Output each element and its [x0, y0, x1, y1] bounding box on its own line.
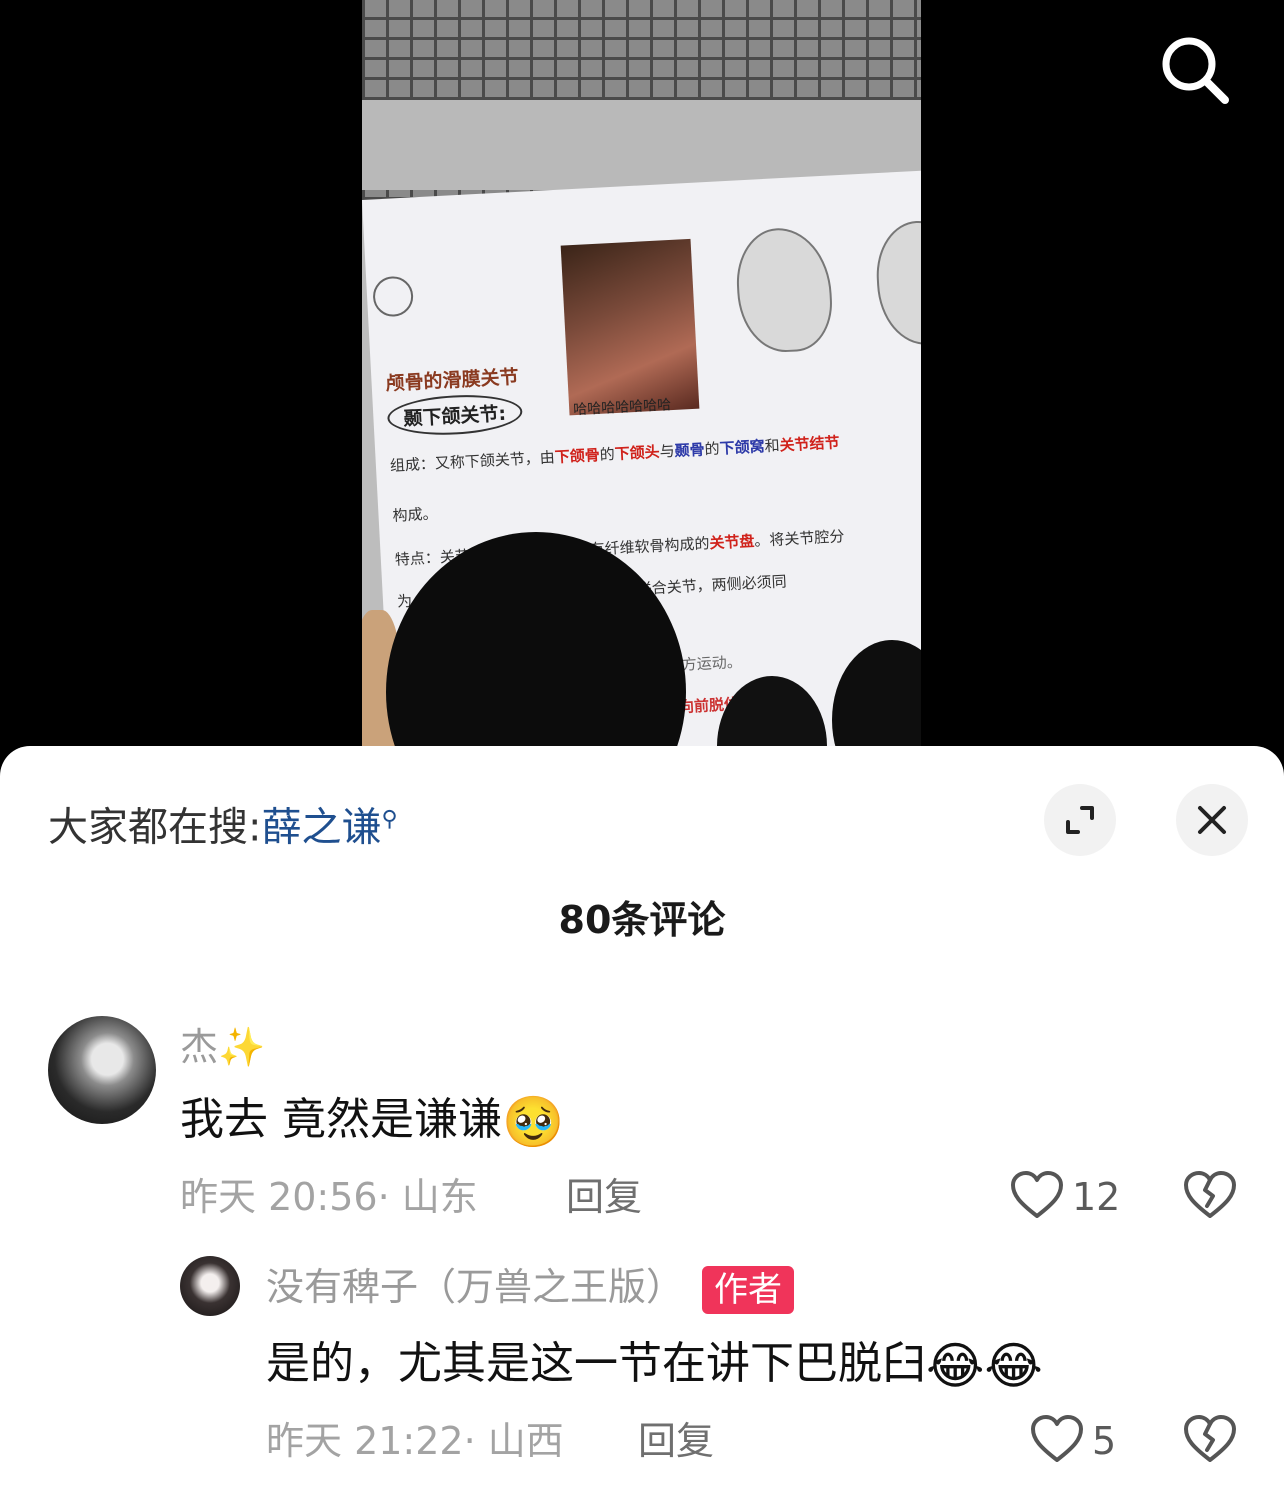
- comment-meta: 昨天 20:56· 山东: [180, 1175, 478, 1219]
- comment-username[interactable]: 杰✨: [180, 1022, 265, 1072]
- video-frame: 哈哈哈哈哈哈哈 颅骨的滑膜关节 颞下颌关节: 组成：又称下颌关节，由下颌骨的下颌…: [362, 0, 921, 770]
- like-button[interactable]: [1030, 1414, 1084, 1468]
- close-icon: [1198, 806, 1226, 834]
- planet-icon: [372, 275, 415, 318]
- avatar[interactable]: [180, 1256, 240, 1316]
- slide-title: 颅骨的滑膜关节: [385, 366, 520, 395]
- comment-count-title: 80条评论: [558, 898, 726, 942]
- heart-icon: [1031, 1415, 1083, 1462]
- small-search-icon: ⚲: [381, 807, 398, 832]
- trending-search-hint: 大家都在搜:薛之谦⚲: [48, 790, 398, 857]
- slide-circled-heading: 颞下颌关节:: [386, 391, 523, 438]
- slide-line-composition: 组成：又称下颌关节，由下颌骨的下颌头与颞骨的下颌窝和关节结节: [389, 433, 840, 475]
- slide-photo: [560, 238, 700, 416]
- reply-meta: 昨天 21:22· 山西: [266, 1419, 564, 1463]
- skull-illustration-1: [734, 225, 835, 355]
- reply-button[interactable]: 回复: [638, 1416, 714, 1466]
- reply-username[interactable]: 没有稗子（万兽之王版） 作者: [266, 1262, 795, 1314]
- trending-search-label: 大家都在搜:: [48, 804, 262, 851]
- dislike-button[interactable]: [1183, 1170, 1237, 1224]
- video-player[interactable]: 哈哈哈哈哈哈哈 颅骨的滑膜关节 颞下颌关节: 组成：又称下颌关节，由下颌骨的下颌…: [0, 0, 1284, 770]
- like-count: 12: [1072, 1175, 1121, 1219]
- comment-text: 我去 竟然是谦谦🥹: [180, 1093, 565, 1151]
- expand-button[interactable]: [1044, 784, 1116, 856]
- dislike-button[interactable]: [1183, 1414, 1237, 1468]
- broken-heart-icon: [1184, 1171, 1236, 1218]
- broken-heart-icon: [1184, 1415, 1236, 1462]
- crying-face-emoji: 🥹: [502, 1093, 565, 1151]
- like-button[interactable]: [1010, 1170, 1064, 1224]
- reply-text: 是的，尤其是这一节在讲下巴脱臼😂😂: [266, 1337, 1043, 1395]
- avatar[interactable]: [48, 1016, 156, 1124]
- expand-icon: [1066, 806, 1094, 834]
- reply-button[interactable]: 回复: [566, 1172, 642, 1222]
- skull-illustration-2: [873, 218, 921, 348]
- laughing-crying-emoji: 😂😂: [926, 1337, 1043, 1395]
- trending-search-link[interactable]: 薛之谦: [261, 804, 381, 850]
- search-icon[interactable]: [1155, 30, 1235, 110]
- slide-photo-caption: 哈哈哈哈哈哈哈: [572, 397, 672, 419]
- close-button[interactable]: [1176, 784, 1248, 856]
- slide-line-2: 构成。: [392, 504, 438, 525]
- like-count: 5: [1092, 1419, 1117, 1463]
- author-badge: 作者: [702, 1265, 795, 1314]
- heart-icon: [1011, 1171, 1063, 1218]
